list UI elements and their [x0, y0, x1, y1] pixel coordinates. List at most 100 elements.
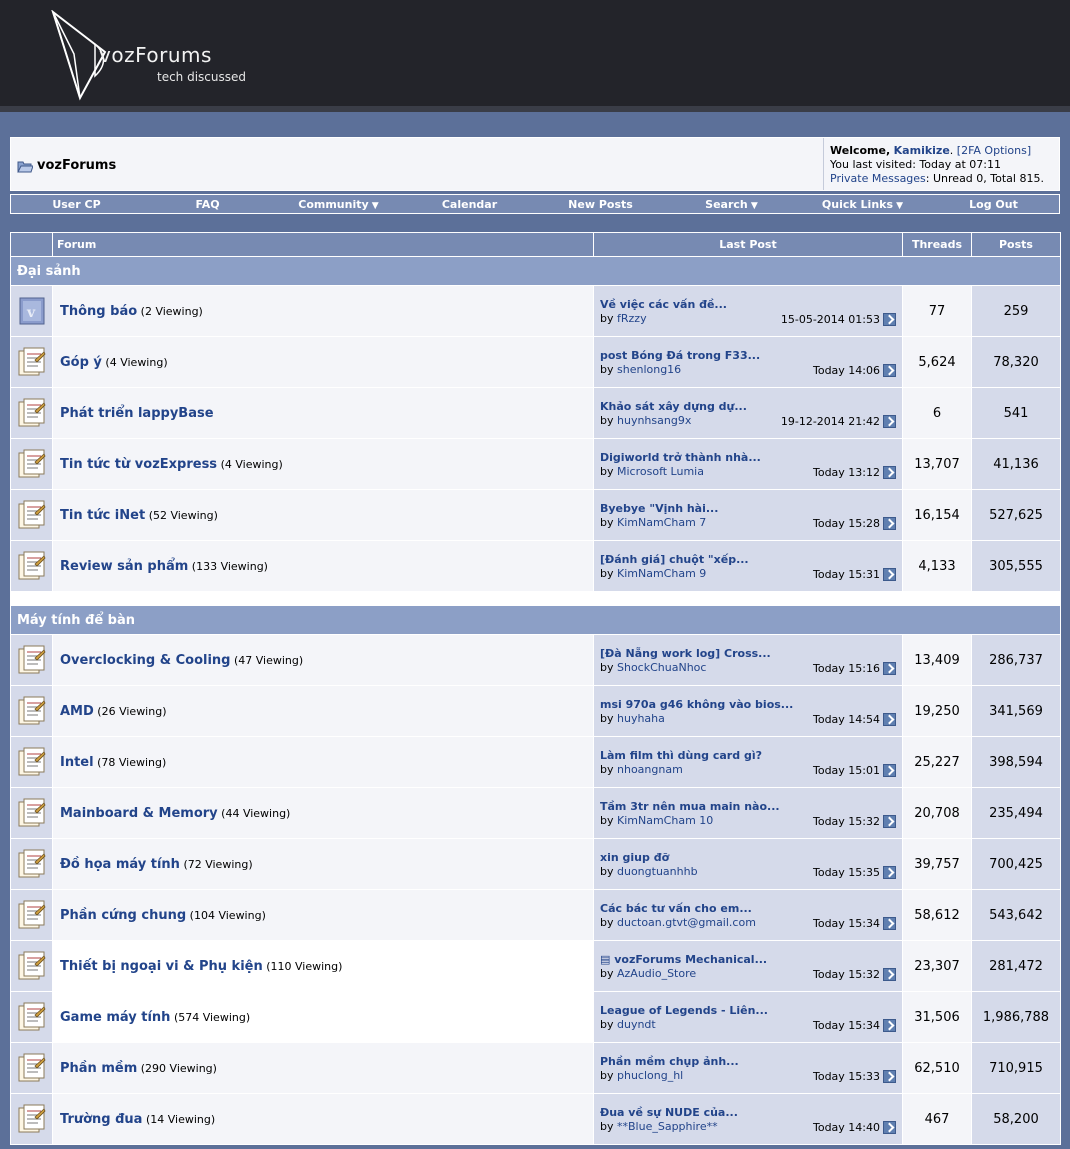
forum-link[interactable]: Mainboard & Memory: [60, 806, 218, 821]
forum-link[interactable]: Tin tức từ vozExpress: [60, 457, 217, 472]
last-post-thread-link[interactable]: Về việc các vấn đề...: [600, 298, 896, 311]
go-to-last-post-icon[interactable]: [883, 568, 896, 581]
last-post-user-link[interactable]: duyndt: [617, 1018, 656, 1031]
menu-item-label: FAQ: [195, 197, 220, 211]
forum-link[interactable]: Tin tức iNet: [60, 508, 145, 523]
last-post-user-link[interactable]: huynhsang9x: [617, 414, 691, 427]
by-label: by: [600, 1119, 614, 1133]
last-post-cell: Về việc các vấn đề... by fRzzy 15-05-2014 …: [593, 285, 903, 337]
last-post-time-text: Today 14:06: [812, 363, 880, 377]
tfa-options-link[interactable]: [2FA Options]: [957, 144, 1031, 157]
site-logo[interactable]: vozForums tech discussed: [50, 10, 250, 102]
go-to-last-post-icon[interactable]: [883, 415, 896, 428]
last-post-user-link[interactable]: nhoangnam: [617, 763, 683, 776]
last-post-user-link[interactable]: huyhaha: [617, 712, 665, 725]
go-to-last-post-icon[interactable]: [883, 662, 896, 675]
by-label: by: [600, 915, 614, 929]
last-post-thread-link[interactable]: League of Legends - Liên...: [600, 1004, 896, 1017]
last-post-thread-link[interactable]: Đua về sự NUDE của...: [600, 1106, 896, 1119]
forum-link[interactable]: Game máy tính: [60, 1010, 170, 1025]
menu-item-user-cp[interactable]: User CP: [11, 198, 142, 211]
menu-item-search[interactable]: Search ▼: [666, 198, 797, 211]
last-post-thread-link[interactable]: [Đánh giá] chuột "xếp...: [600, 553, 896, 566]
forum-icon: [10, 991, 53, 1043]
go-to-last-post-icon[interactable]: [883, 364, 896, 377]
forum-link[interactable]: Góp ý: [60, 355, 102, 370]
last-post-thread-link[interactable]: msi 970a g46 không vào bios...: [600, 698, 896, 711]
go-to-last-post-icon[interactable]: [883, 968, 896, 981]
last-post-thread-link[interactable]: post Bóng Đá trong F33...: [600, 349, 896, 362]
forum-link[interactable]: Đồ họa máy tính: [60, 857, 180, 872]
forum-link[interactable]: Thiết bị ngoại vi & Phụ kiện: [60, 959, 263, 974]
last-post-user-link[interactable]: ShockChuaNhoc: [617, 661, 706, 674]
last-post-time: Today 15:34: [813, 1019, 896, 1032]
last-post-user-link[interactable]: shenlong16: [617, 363, 681, 376]
last-post-user-link[interactable]: phuclong_hl: [617, 1069, 683, 1082]
go-to-last-post-icon[interactable]: [883, 815, 896, 828]
go-to-last-post-icon[interactable]: [883, 764, 896, 777]
forum-link[interactable]: Overclocking & Cooling: [60, 653, 230, 668]
last-post-thread-link[interactable]: Làm film thì dùng card gì?: [600, 749, 896, 762]
go-to-last-post-icon[interactable]: [883, 866, 896, 879]
last-post-thread-link[interactable]: Phần mềm chụp ảnh...: [600, 1055, 896, 1068]
last-post-thread-link[interactable]: ▤ vozForums Mechanical...: [600, 953, 896, 966]
last-post-thread-link[interactable]: Tầm 3tr nên mua main nào...: [600, 800, 896, 813]
last-post-user-link[interactable]: KimNamCham 9: [617, 567, 706, 580]
forum-link[interactable]: Phần mềm: [60, 1061, 137, 1076]
forum-link[interactable]: Review sản phẩm: [60, 559, 188, 574]
menu-item-new-posts[interactable]: New Posts: [535, 198, 666, 211]
viewing-count: (4 Viewing): [105, 355, 168, 369]
go-to-last-post-icon[interactable]: [883, 917, 896, 930]
category-header[interactable]: Đại sảnh: [10, 256, 1061, 286]
go-to-last-post-icon[interactable]: [883, 466, 896, 479]
go-to-last-post-icon[interactable]: [883, 1070, 896, 1083]
posts-count: 341,569: [971, 685, 1061, 737]
menu-item-community[interactable]: Community ▼: [273, 198, 404, 211]
go-to-last-post-icon[interactable]: [883, 313, 896, 326]
forum-row: Tin tức từ vozExpress (4 Viewing) Digiwor…: [10, 438, 1061, 490]
category-title[interactable]: Máy tính để bàn: [10, 605, 1061, 635]
forum-link[interactable]: AMD: [60, 704, 94, 719]
go-to-last-post-icon[interactable]: [883, 713, 896, 726]
last-post-cell: Digiworld trở thành nhà... by Microsoft L…: [593, 438, 903, 490]
breadcrumb[interactable]: vozForums: [17, 158, 116, 173]
header-last-post: Last Post: [593, 232, 903, 257]
forum-link[interactable]: Phần cứng chung: [60, 908, 186, 923]
go-to-last-post-icon[interactable]: [883, 1121, 896, 1134]
last-post-thread-link[interactable]: Digiworld trở thành nhà...: [600, 451, 896, 464]
last-post-cell: post Bóng Đá trong F33... by shenlong16 To…: [593, 336, 903, 388]
private-messages-link[interactable]: Private Messages: [830, 172, 926, 185]
forum-row: Góp ý (4 Viewing) post Bóng Đá trong F33.…: [10, 336, 1061, 388]
last-post-user-link[interactable]: KimNamCham 10: [617, 814, 713, 827]
posts-count: 41,136: [971, 438, 1061, 490]
viewing-count: (47 Viewing): [233, 653, 304, 667]
menu-item-faq[interactable]: FAQ: [142, 198, 273, 211]
last-post-user-link[interactable]: duongtuanhhb: [617, 865, 698, 878]
last-post-user-link[interactable]: AzAudio_Store: [617, 967, 696, 980]
category-header[interactable]: Máy tính để bàn: [10, 605, 1061, 635]
last-post-thread-link[interactable]: [Đà Nẵng work log] Cross...: [600, 647, 896, 660]
last-post-thread-link[interactable]: Khảo sát xây dựng dự...: [600, 400, 896, 413]
menu-item-quick-links[interactable]: Quick Links ▼: [797, 198, 928, 211]
go-to-last-post-icon[interactable]: [883, 517, 896, 530]
menu-item-log-out[interactable]: Log Out: [928, 198, 1059, 211]
last-post-thread-link[interactable]: Byebye "Vịnh hài...: [600, 502, 896, 515]
forum-link[interactable]: Thông báo: [60, 304, 137, 319]
last-post-time-text: Today 15:32: [812, 967, 880, 981]
go-to-last-post-icon[interactable]: [883, 1019, 896, 1032]
last-post-user-link[interactable]: **Blue_Sapphire**: [617, 1120, 718, 1133]
last-post-user-link[interactable]: KimNamCham 7: [617, 516, 706, 529]
category-title[interactable]: Đại sảnh: [10, 256, 1061, 286]
last-post-thread-link[interactable]: Các bác tư vấn cho em...: [600, 902, 896, 915]
forum-link[interactable]: Phát triển lappyBase: [60, 406, 214, 421]
last-post-thread-link[interactable]: xin giup đỡ: [600, 851, 896, 864]
last-post-user-link[interactable]: Microsoft Lumia: [617, 465, 704, 478]
menu-item-calendar[interactable]: Calendar: [404, 198, 535, 211]
forum-row: Mainboard & Memory (44 Viewing) Tầm 3tr n…: [10, 787, 1061, 839]
forum-link[interactable]: Trường đua: [60, 1112, 142, 1127]
viewing-count: (72 Viewing): [183, 857, 253, 871]
last-post-user-link[interactable]: ductoan.gtvt@gmail.com: [617, 916, 756, 929]
username-link[interactable]: Kamikize: [894, 144, 950, 157]
last-post-user-link[interactable]: fRzzy: [617, 312, 647, 325]
forum-link[interactable]: Intel: [60, 755, 94, 770]
